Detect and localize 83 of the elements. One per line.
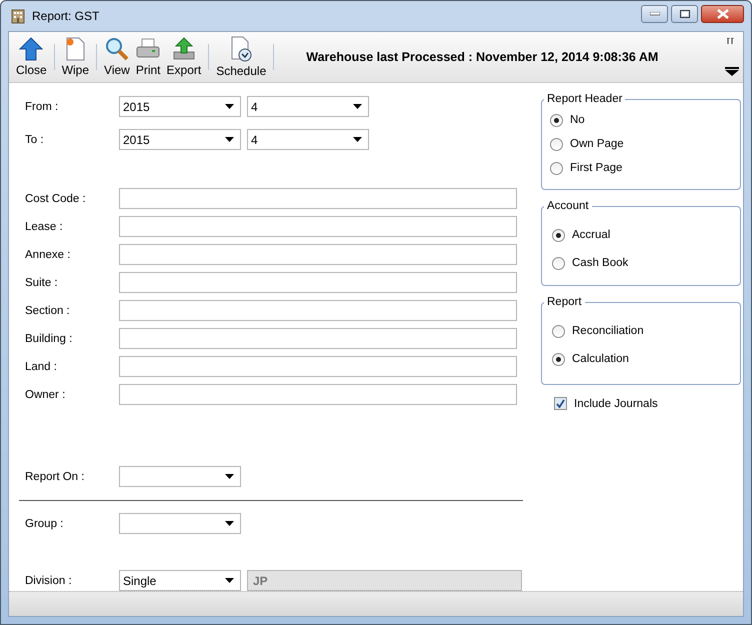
- field-label: Section :: [25, 304, 71, 316]
- input-field[interactable]: [119, 356, 517, 377]
- year-dropdown[interactable]: 2015: [119, 96, 241, 117]
- radio-option[interactable]: Cash Book: [552, 254, 732, 272]
- radio-option[interactable]: Calculation: [552, 350, 732, 368]
- option-label: Reconciliation: [572, 325, 644, 337]
- input-field[interactable]: [119, 216, 517, 237]
- document-icon: [64, 37, 86, 61]
- option-label: Accrual: [572, 229, 610, 241]
- up-arrow-icon: [19, 37, 44, 61]
- toolbar-button[interactable]: Close: [13, 35, 50, 79]
- report-on-dropdown[interactable]: [119, 466, 241, 487]
- field-label: Report On :: [25, 470, 86, 482]
- radio-button[interactable]: [552, 324, 565, 338]
- field-label: Group :: [25, 518, 64, 530]
- toolbar-button[interactable]: View: [101, 35, 133, 79]
- minimize-icon: [650, 12, 660, 16]
- radio-button[interactable]: [550, 162, 563, 174]
- search-icon: [104, 37, 129, 61]
- dropdown-arrow-icon: [725, 67, 739, 76]
- radio-button[interactable]: [550, 114, 563, 126]
- close-icon: [716, 9, 728, 19]
- field-label: Annexe :: [25, 248, 72, 260]
- radio-button[interactable]: [552, 352, 565, 366]
- radio-button[interactable]: [550, 138, 563, 150]
- group-title: Report Header: [546, 93, 624, 105]
- period-dropdown[interactable]: 4: [247, 96, 369, 117]
- caret-icon: [225, 474, 234, 479]
- caret-icon: [225, 578, 234, 583]
- option-label: First Page: [570, 162, 622, 174]
- toolbar-button[interactable]: Schedule: [213, 34, 270, 80]
- radio-option[interactable]: Reconciliation: [552, 322, 732, 340]
- option-label: Calculation: [572, 353, 629, 365]
- year-dropdown[interactable]: 2015: [119, 129, 241, 150]
- group-dropdown[interactable]: [119, 513, 241, 534]
- input-field[interactable]: [119, 272, 517, 293]
- radio-option[interactable]: No: [550, 111, 732, 129]
- checkbox[interactable]: [554, 397, 567, 410]
- field-label: Division :: [25, 574, 73, 586]
- checkbox-label: Include Journals: [574, 398, 658, 410]
- field-label: Building :: [25, 332, 74, 344]
- toolbar-button[interactable]: Export: [164, 35, 204, 79]
- overflow-icon: [727, 38, 735, 44]
- option-label: Cash Book: [572, 257, 628, 269]
- field-label: Cost Code :: [25, 192, 87, 204]
- group-title: Account: [546, 200, 590, 212]
- document-clock-icon: [229, 36, 254, 62]
- period-dropdown[interactable]: 4: [247, 129, 369, 150]
- toolbar-button[interactable]: Print: [132, 35, 164, 79]
- radio-option[interactable]: Accrual: [552, 226, 732, 244]
- caret-icon: [225, 521, 234, 526]
- field-label: Lease :: [25, 220, 64, 232]
- field-label: Suite :: [25, 276, 59, 288]
- minimize-button[interactable]: [641, 5, 668, 23]
- window-title: Report: GST: [32, 9, 100, 23]
- option-label: Own Page: [570, 138, 624, 150]
- radio-button[interactable]: [552, 228, 565, 242]
- maximize-icon: [680, 10, 690, 18]
- radio-option[interactable]: First Page: [550, 159, 732, 177]
- caret-icon: [353, 137, 362, 142]
- field-label: Land :: [25, 360, 58, 372]
- field-label: To :: [25, 134, 45, 146]
- input-field[interactable]: [119, 328, 517, 349]
- input-field[interactable]: [119, 244, 517, 265]
- field-label: From :: [25, 100, 60, 112]
- caret-icon: [225, 104, 234, 109]
- option-label: No: [570, 114, 585, 126]
- caret-icon: [225, 137, 234, 142]
- group-title: Report: [546, 296, 583, 308]
- close-button[interactable]: [701, 5, 744, 23]
- radio-option[interactable]: Own Page: [550, 135, 732, 153]
- division-dropdown[interactable]: Single: [119, 570, 241, 591]
- building-icon: [10, 8, 26, 24]
- input-field[interactable]: [119, 300, 517, 321]
- caret-icon: [353, 104, 362, 109]
- input-field[interactable]: [119, 384, 517, 405]
- warehouse-status: Warehouse last Processed : November 12, 2014 9:08:36 AM: [306, 50, 658, 64]
- field-label: Owner :: [25, 388, 66, 400]
- input-field[interactable]: [119, 188, 517, 209]
- export-icon: [172, 37, 196, 61]
- maximize-button[interactable]: [671, 5, 698, 23]
- radio-button[interactable]: [552, 256, 565, 270]
- toolbar-button[interactable]: Wipe: [58, 35, 92, 79]
